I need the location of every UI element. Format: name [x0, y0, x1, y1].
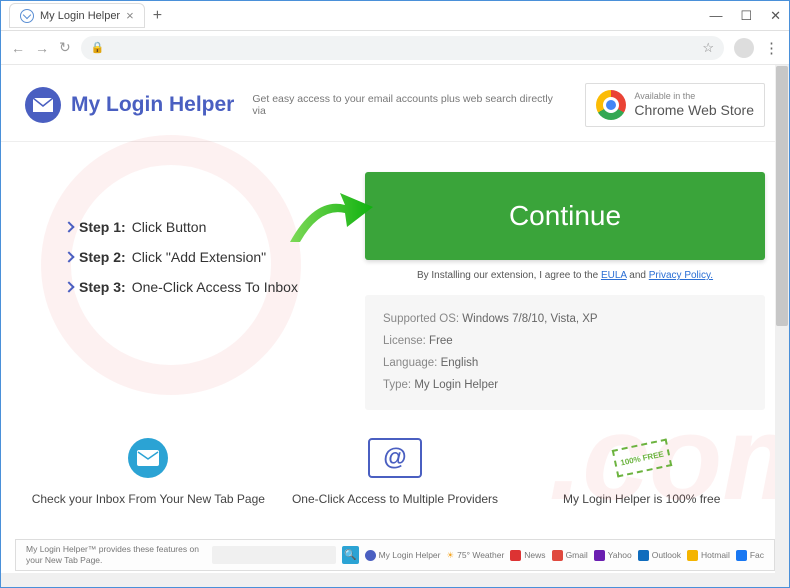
eula-link[interactable]: EULA: [601, 270, 627, 281]
mail-icon: [128, 438, 168, 478]
agreement-text: By Installing our extension, I agree to …: [365, 270, 765, 281]
page-content: .com My Login Helper Get easy access to …: [1, 65, 789, 587]
brand-name: My Login Helper: [71, 93, 234, 117]
footer-weather-chip[interactable]: ☀75° Weather: [446, 550, 504, 561]
url-field[interactable]: 🔒 ☆: [81, 36, 724, 60]
step-3: Step 3: One-Click Access To Inbox: [65, 272, 345, 302]
reload-button[interactable]: ↻: [59, 39, 71, 56]
continue-button[interactable]: Continue: [365, 172, 765, 260]
chrome-icon: [596, 90, 626, 120]
tab-close-icon[interactable]: ×: [126, 8, 134, 23]
horizontal-scrollbar[interactable]: [1, 573, 775, 587]
tab-favicon: [20, 9, 34, 23]
new-tab-button[interactable]: +: [153, 7, 162, 25]
titlebar: My Login Helper × + — ☐ ✕: [1, 1, 789, 31]
arrow-icon: [285, 187, 375, 262]
browser-tab[interactable]: My Login Helper ×: [9, 3, 145, 28]
forward-button[interactable]: →: [35, 40, 49, 56]
minimize-button[interactable]: —: [709, 8, 722, 24]
cws-store-name: Chrome Web Store: [634, 102, 754, 119]
profile-avatar[interactable]: [734, 38, 754, 58]
vertical-scrollbar[interactable]: [775, 65, 789, 587]
feature-providers: @ One-Click Access to Multiple Providers: [272, 434, 519, 506]
envelope-icon: [25, 87, 61, 123]
footer-search-input[interactable]: [212, 546, 336, 564]
maximize-button[interactable]: ☐: [740, 8, 752, 24]
footer-link-yahoo[interactable]: Yahoo: [594, 550, 632, 561]
footer-bar: My Login Helper™ provides these features…: [15, 539, 775, 571]
back-button[interactable]: ←: [11, 40, 25, 56]
chrome-web-store-badge[interactable]: Available in the Chrome Web Store: [585, 83, 765, 127]
feature-free: 100% FREE My Login Helper is 100% free: [518, 434, 765, 506]
footer-note: My Login Helper™ provides these features…: [26, 544, 206, 566]
footer-search-button[interactable]: 🔍: [342, 546, 359, 564]
tab-title: My Login Helper: [40, 10, 120, 22]
close-window-button[interactable]: ✕: [770, 8, 781, 24]
feature-inbox: Check your Inbox From Your New Tab Page: [25, 434, 272, 506]
footer-link-outlook[interactable]: Outlook: [638, 550, 681, 561]
browser-menu-button[interactable]: ⋮: [764, 39, 779, 57]
tagline: Get easy access to your email accounts p…: [252, 93, 567, 117]
footer-link-facebook[interactable]: Fac: [736, 550, 764, 561]
cws-available-label: Available in the: [634, 91, 754, 102]
address-bar: ← → ↻ 🔒 ☆ ⋮: [1, 31, 789, 65]
lock-icon: 🔒: [91, 41, 105, 54]
bookmark-star-icon[interactable]: ☆: [702, 40, 714, 56]
brand-logo: My Login Helper: [25, 87, 234, 123]
privacy-link[interactable]: Privacy Policy.: [649, 270, 713, 281]
footer-link-news[interactable]: News: [510, 550, 545, 561]
features-row: Check your Inbox From Your New Tab Page …: [1, 420, 789, 526]
system-info-box: Supported OS: Windows 7/8/10, Vista, XP …: [365, 295, 765, 410]
footer-brand-chip[interactable]: My Login Helper: [365, 550, 441, 561]
footer-link-hotmail[interactable]: Hotmail: [687, 550, 730, 561]
at-sign-icon: @: [368, 438, 422, 478]
page-header: My Login Helper Get easy access to your …: [1, 65, 789, 142]
footer-link-gmail[interactable]: Gmail: [552, 550, 588, 561]
free-stamp-icon: 100% FREE: [611, 439, 672, 478]
